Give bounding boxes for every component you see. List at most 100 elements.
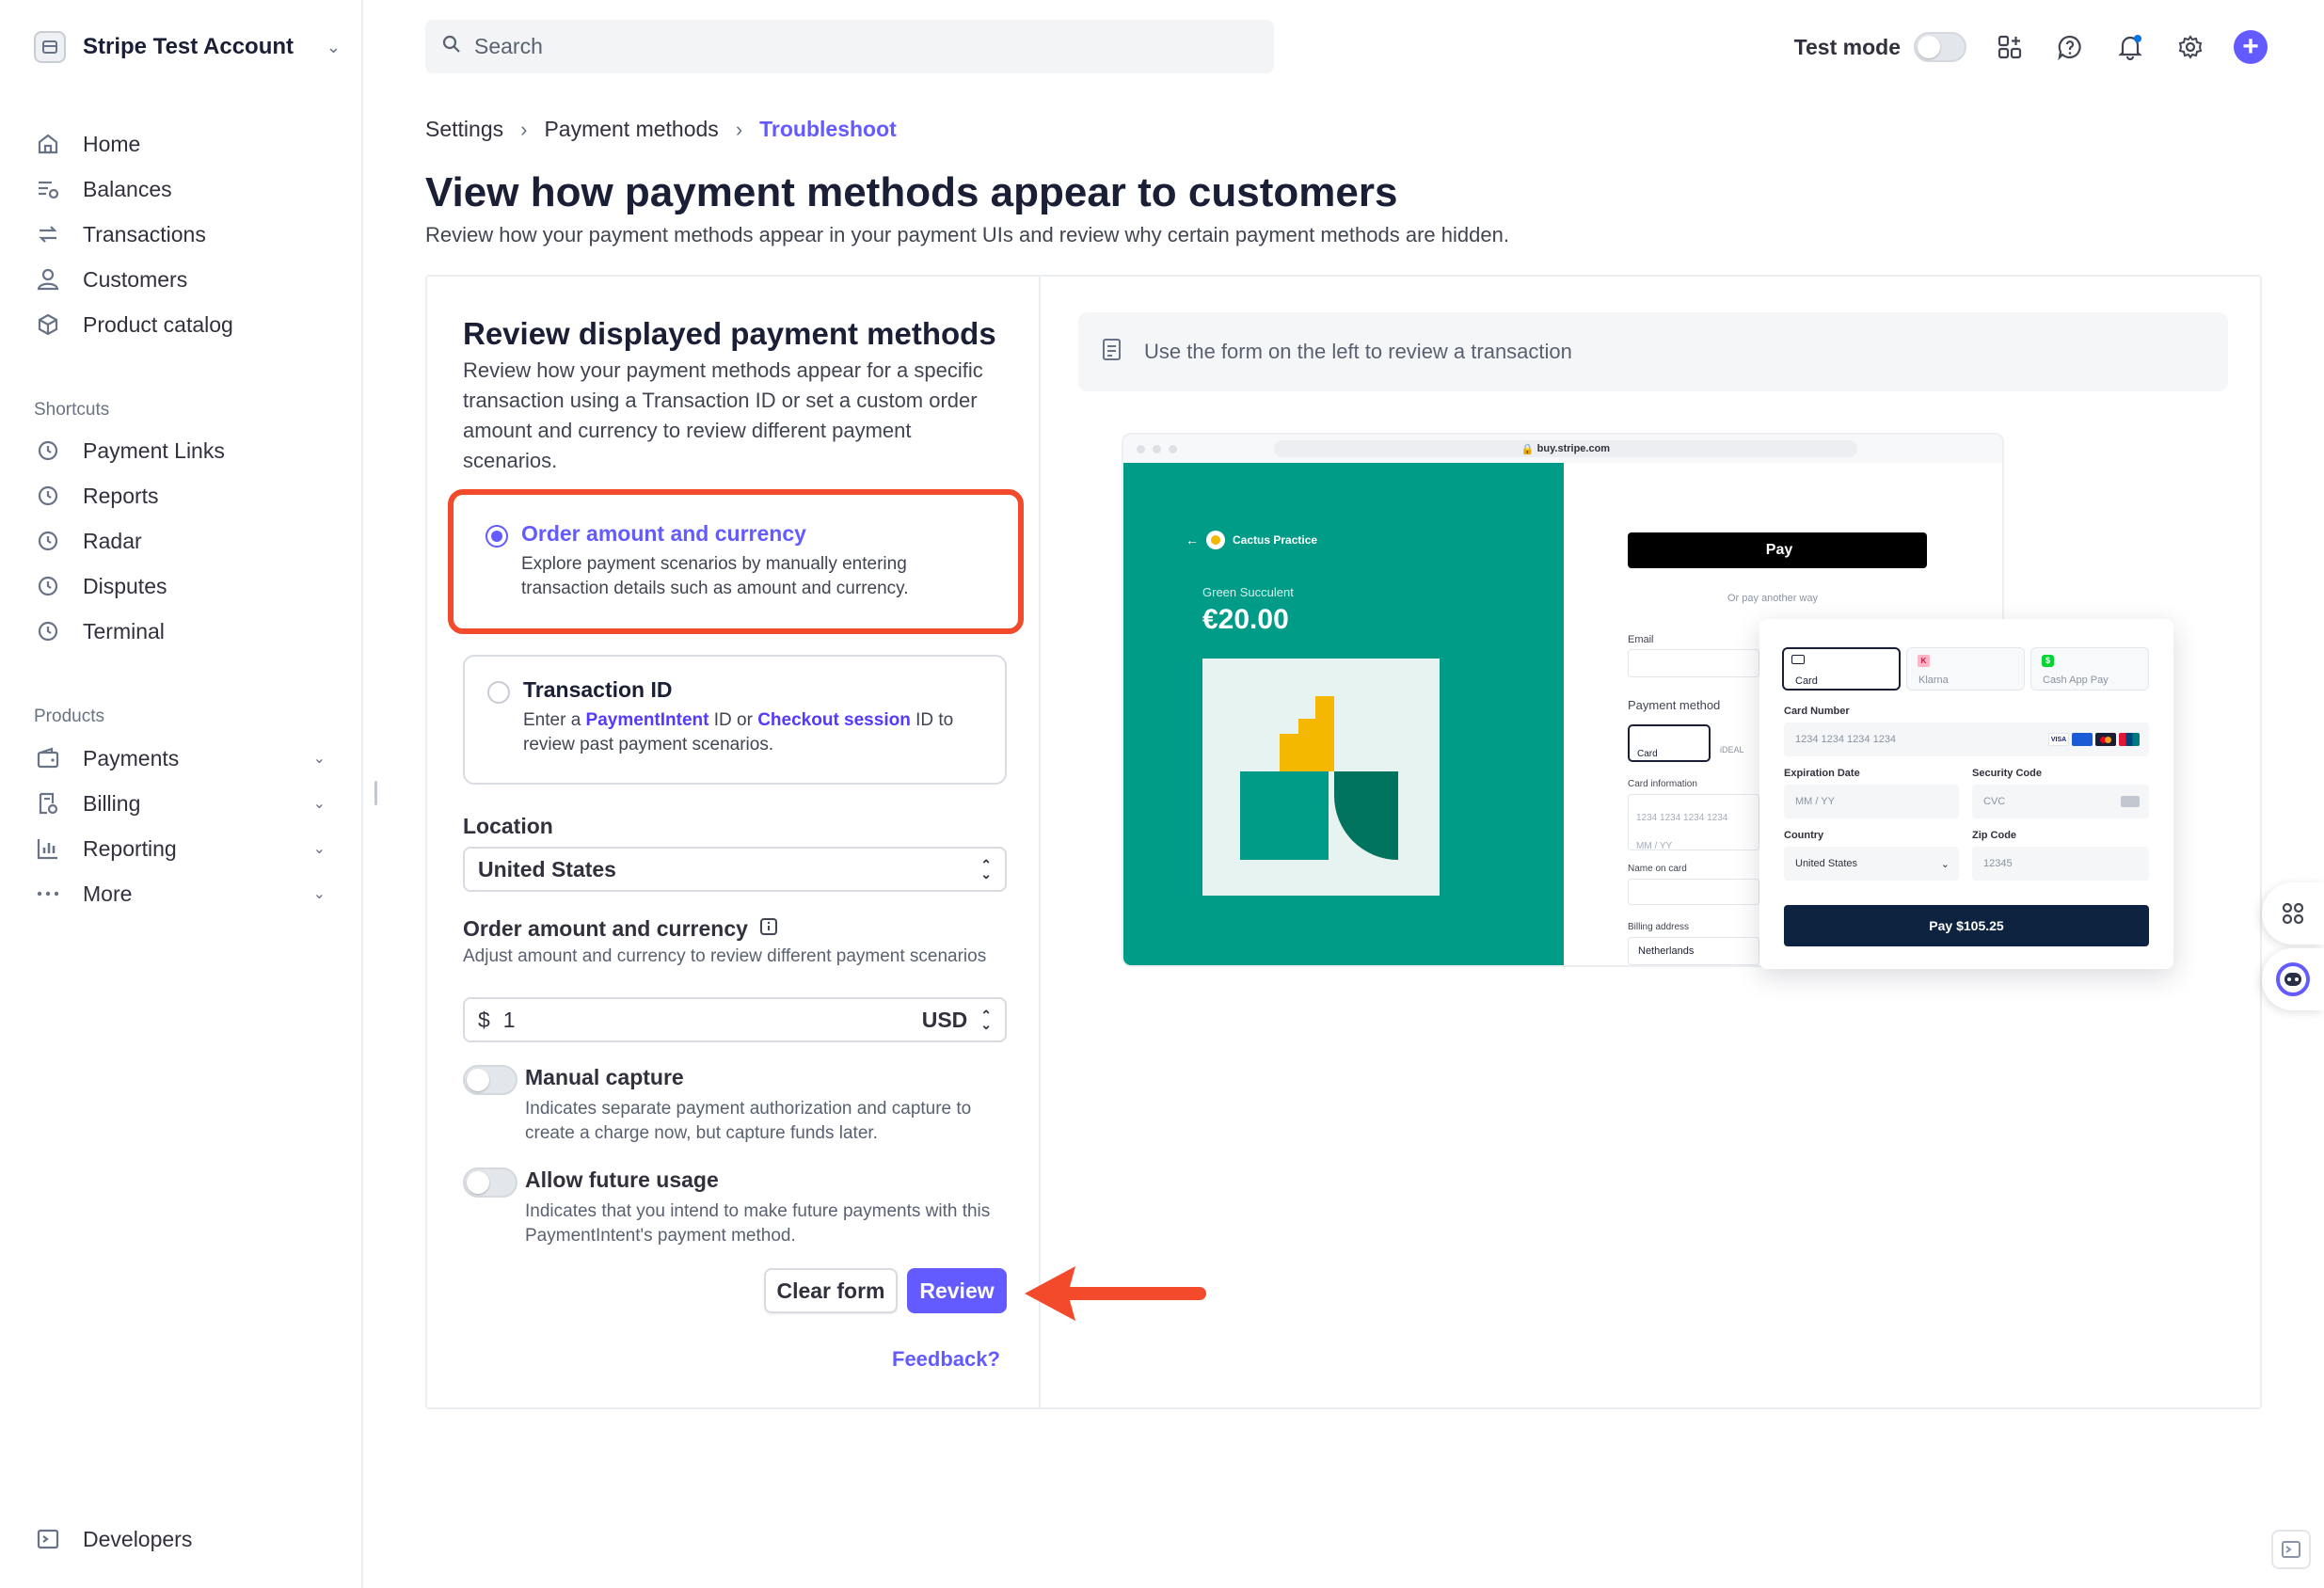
mock-card-info-label: Card information xyxy=(1628,779,1697,789)
sidebar-item-radar[interactable]: Radar xyxy=(34,520,331,562)
future-usage-title: Allow future usage xyxy=(525,1167,719,1192)
sidebar-item-terminal[interactable]: Terminal xyxy=(34,611,331,652)
notifications-bell-icon[interactable] xyxy=(2113,30,2147,64)
select-updown-icon: ⌃ ⌄ xyxy=(980,1008,992,1032)
transactions-icon xyxy=(34,220,62,248)
sidebar-item-billing[interactable]: Billing ⌄ xyxy=(34,783,331,824)
currency-symbol: $ xyxy=(478,1007,490,1032)
currency-select[interactable]: USD ⌃ ⌄ xyxy=(922,1008,992,1033)
sidebar-item-balances[interactable]: Balances xyxy=(34,168,331,210)
help-icon[interactable] xyxy=(2053,30,2087,64)
amount-help: Adjust amount and currency to review dif… xyxy=(463,946,987,966)
floating-apps-button[interactable] xyxy=(2262,882,2324,945)
radio-transaction-id[interactable] xyxy=(487,681,510,704)
chevron-down-icon: ⌄ xyxy=(312,751,326,767)
review-button[interactable]: Review xyxy=(907,1268,1007,1313)
sidebar-item-payment-links[interactable]: Payment Links xyxy=(34,430,331,471)
sidebar-resize-handle[interactable] xyxy=(374,781,377,805)
mock-card-number-input: 1234 1234 1234 1234 VISA xyxy=(1784,723,2149,756)
sidebar-item-label: Payments xyxy=(83,745,180,770)
sidebar-item-product-catalog[interactable]: Product catalog xyxy=(34,304,331,345)
mock-or-pay: Or pay another way xyxy=(1727,593,1818,604)
account-switcher[interactable]: Stripe Test Account ⌄ xyxy=(34,28,341,66)
mock-tab-cash-app: Cash App Pay xyxy=(2030,647,2149,691)
annotation-highlight-box xyxy=(448,489,1024,634)
breadcrumb-payment-methods[interactable]: Payment methods xyxy=(544,117,718,142)
mock-price: €20.00 xyxy=(1202,604,1289,635)
manual-capture-title: Manual capture xyxy=(525,1065,684,1089)
feedback-link[interactable]: Feedback? xyxy=(892,1347,1000,1372)
sidebar-item-transactions[interactable]: Transactions xyxy=(34,214,331,255)
sidebar-item-label: Transactions xyxy=(83,221,206,246)
mock-exp-input: MM / YY xyxy=(1784,785,1959,818)
sidebar-item-label: More xyxy=(83,881,133,906)
mock-billing-label: Billing address xyxy=(1628,922,1690,932)
sidebar-item-payments[interactable]: Payments ⌄ xyxy=(34,738,331,779)
test-mode-label: Test mode xyxy=(1793,34,1901,59)
settings-gear-icon[interactable] xyxy=(2173,30,2207,64)
sidebar-item-customers[interactable]: Customers xyxy=(34,259,331,300)
apps-grid-icon[interactable] xyxy=(1993,30,2027,64)
sidebar-item-label: Developers xyxy=(83,1526,193,1551)
mock-apple-pay-button: Pay xyxy=(1628,532,1927,568)
clock-icon xyxy=(34,527,62,555)
sidebar-item-reporting[interactable]: Reporting ⌄ xyxy=(34,828,331,869)
sidebar-item-label: Billing xyxy=(83,790,141,816)
customer-icon xyxy=(34,265,62,294)
document-icon xyxy=(1101,337,1123,367)
account-logo-icon xyxy=(34,31,66,63)
info-icon[interactable] xyxy=(759,916,778,942)
sidebar-item-label: Disputes xyxy=(83,573,167,598)
checkout-session-link[interactable]: Checkout session xyxy=(757,710,911,730)
products-heading: Products xyxy=(34,707,104,726)
mock-country-select: United States ⌄ xyxy=(1784,847,1959,881)
location-value: United States xyxy=(478,856,616,881)
manual-capture-toggle[interactable] xyxy=(463,1065,517,1095)
search-input[interactable]: Search xyxy=(425,20,1274,73)
page-title: View how payment methods appear to custo… xyxy=(425,169,1398,215)
option-description: Enter a PaymentIntent ID or Checkout ses… xyxy=(523,710,954,754)
mock-cvc-input: CVC xyxy=(1972,785,2149,818)
sidebar-item-label: Terminal xyxy=(83,618,165,643)
sidebar-item-developers[interactable]: Developers xyxy=(34,1518,331,1560)
floating-assistant-button[interactable] xyxy=(2262,948,2324,1010)
mock-merchant: ← Cactus Practice xyxy=(1186,531,1318,549)
clock-icon xyxy=(34,617,62,645)
mock-product-art xyxy=(1202,659,1440,896)
chevron-down-icon: ⌄ xyxy=(312,841,326,857)
future-usage-toggle[interactable] xyxy=(463,1167,517,1198)
mock-zip-label: Zip Code xyxy=(1972,830,2017,841)
sidebar-item-reports[interactable]: Reports xyxy=(34,475,331,516)
sidebar-item-label: Radar xyxy=(83,528,142,553)
sidebar-item-label: Home xyxy=(83,131,141,156)
breadcrumb-settings[interactable]: Settings xyxy=(425,117,503,142)
create-plus-icon[interactable]: + xyxy=(2234,30,2268,64)
mock-merchant-pane: ← Cactus Practice Green Succulent €20.00 xyxy=(1123,463,1564,965)
test-mode-toggle[interactable] xyxy=(1914,32,1966,62)
clear-form-button[interactable]: Clear form xyxy=(764,1268,898,1313)
manual-capture-description: Indicates separate payment authorization… xyxy=(525,1099,972,1143)
location-label: Location xyxy=(463,814,553,838)
balances-icon xyxy=(34,175,62,203)
sidebar-item-home[interactable]: Home xyxy=(34,123,331,165)
sidebar-item-label: Balances xyxy=(83,176,172,201)
future-usage-description: Indicates that you intend to make future… xyxy=(525,1201,991,1246)
paymentintent-link[interactable]: PaymentIntent xyxy=(586,710,709,730)
amount-input[interactable]: $ 1 USD ⌃ ⌄ xyxy=(463,997,1007,1042)
sidebar-item-disputes[interactable]: Disputes xyxy=(34,565,331,607)
wallet-icon xyxy=(34,744,62,772)
form-description: Review how your payment methods appear f… xyxy=(463,358,983,472)
mock-url: 🔒 buy.stripe.com xyxy=(1274,440,1857,457)
select-updown-icon: ⌃ ⌄ xyxy=(980,857,992,881)
developer-console-button[interactable] xyxy=(2271,1530,2311,1569)
location-select[interactable]: United States ⌃ ⌄ xyxy=(463,847,1007,892)
account-name: Stripe Test Account xyxy=(83,34,294,59)
mock-tab-klarna: Klarna xyxy=(1906,647,2025,691)
terminal-icon xyxy=(34,1525,62,1553)
future-usage-row: Allow future usage Indicates that you in… xyxy=(463,1167,1009,1246)
mock-country-label: Country xyxy=(1784,830,1824,841)
option-transaction-id[interactable]: Transaction ID Enter a PaymentIntent ID … xyxy=(463,655,1007,785)
sidebar-item-more[interactable]: More ⌄ xyxy=(34,873,331,914)
sidebar-item-label: Product catalog xyxy=(83,311,233,337)
mock-card-number-label: Card Number xyxy=(1784,706,1850,717)
